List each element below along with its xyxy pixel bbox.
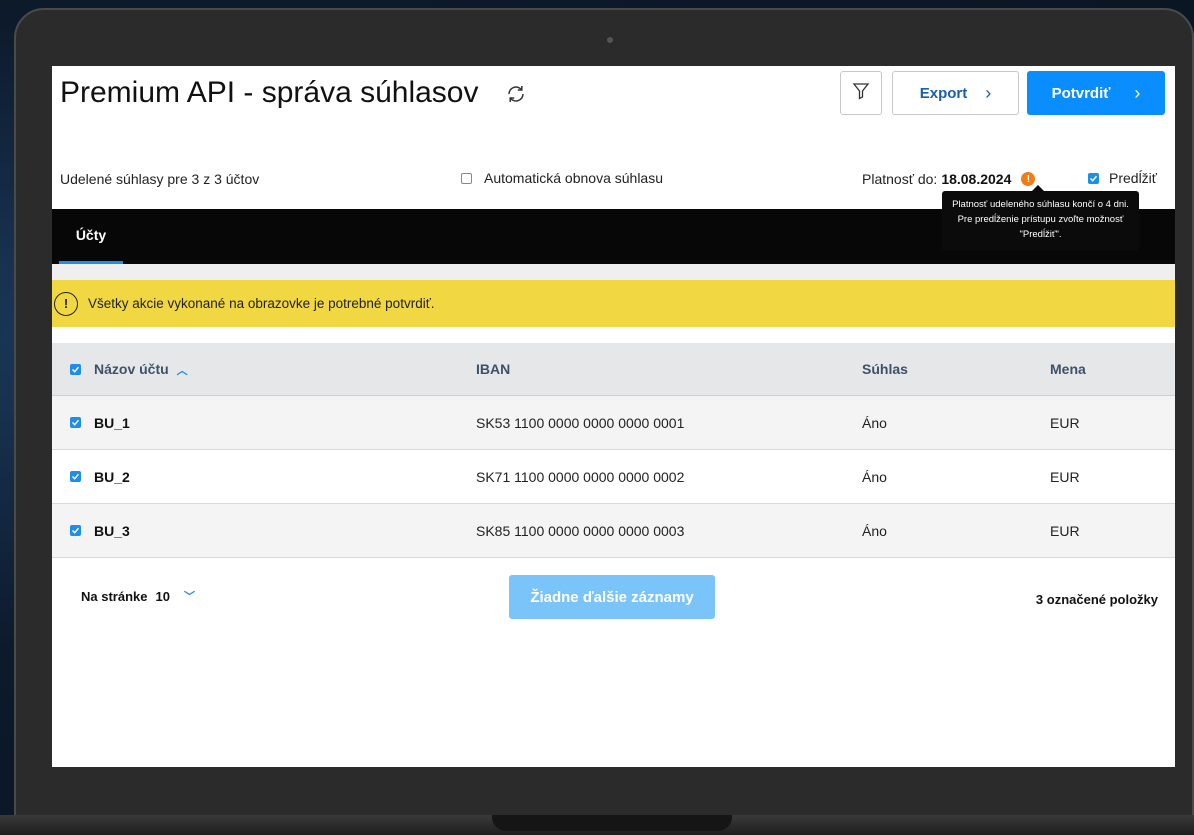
table-body: BU_1 SK53 1100 0000 0000 0000 0001 Áno E… xyxy=(52,396,1175,558)
account-consent: Áno xyxy=(862,522,887,539)
pagination: Na stránke 10 ﹀ xyxy=(81,588,195,604)
per-page-value: 10 xyxy=(155,588,170,604)
account-currency: EUR xyxy=(1050,522,1080,539)
alert-banner: ! Všetky akcie vykonané na obrazovke je … xyxy=(52,280,1175,327)
camera xyxy=(607,37,613,43)
alert-text: Všetky akcie vykonané na obrazovke je po… xyxy=(88,296,435,311)
sort-ascending-icon[interactable]: ︿ xyxy=(177,365,188,377)
refresh-icon[interactable] xyxy=(505,83,527,105)
table-row[interactable]: BU_1 SK53 1100 0000 0000 0000 0001 Áno E… xyxy=(52,396,1175,450)
account-name: BU_2 xyxy=(94,468,130,485)
tab-accounts[interactable]: Účty xyxy=(59,209,123,264)
extend-checkbox[interactable]: Predĺžiť xyxy=(1088,170,1157,186)
laptop-notch xyxy=(492,815,732,831)
auto-renew-label: Automatická obnova súhlasu xyxy=(484,170,663,186)
row-checkbox[interactable] xyxy=(70,471,81,482)
per-page-label: Na stránke xyxy=(81,588,148,604)
select-all-checkbox[interactable] xyxy=(70,363,81,375)
confirm-label: Potvrdiť xyxy=(1051,84,1111,102)
table-header: Názov účtu ︿ IBAN Súhlas Mena xyxy=(52,343,1175,396)
consent-summary: Udelené súhlasy pre 3 z 3 účtov xyxy=(60,171,260,187)
account-iban: SK85 1100 0000 0000 0000 0003 xyxy=(476,522,685,539)
account-currency: EUR xyxy=(1050,468,1080,485)
account-iban: SK71 1100 0000 0000 0000 0002 xyxy=(476,468,685,485)
divider xyxy=(52,264,1175,280)
table-row[interactable]: BU_3 SK85 1100 0000 0000 0000 0003 Áno E… xyxy=(52,504,1175,558)
column-name-label: Názov účtu xyxy=(94,360,169,377)
account-consent: Áno xyxy=(862,468,887,485)
warning-icon: ! xyxy=(54,291,78,316)
accounts-table: Názov účtu ︿ IBAN Súhlas Mena BU_1 SK53 … xyxy=(52,343,1175,558)
row-checkbox[interactable] xyxy=(70,417,81,428)
checkbox-checked-icon xyxy=(1088,172,1099,184)
auto-renew-checkbox[interactable]: Automatická obnova súhlasu xyxy=(461,170,663,186)
account-name: BU_3 xyxy=(94,522,130,539)
table-row[interactable]: BU_2 SK71 1100 0000 0000 0000 0002 Áno E… xyxy=(52,450,1175,504)
account-iban: SK53 1100 0000 0000 0000 0001 xyxy=(476,414,685,431)
validity-info: Platnosť do: 18.08.2024 ! xyxy=(862,171,1036,187)
chevron-down-icon: ﹀ xyxy=(183,591,195,603)
validity-date: 18.08.2024 xyxy=(941,171,1012,187)
row-checkbox[interactable] xyxy=(70,525,81,536)
app-screen: Premium API - správa súhlasov Export › P… xyxy=(52,66,1175,767)
export-button[interactable]: Export › xyxy=(892,71,1019,115)
account-consent: Áno xyxy=(862,414,887,431)
chevron-right-icon: › xyxy=(985,83,992,103)
account-currency: EUR xyxy=(1050,414,1080,431)
column-name[interactable]: Názov účtu ︿ xyxy=(52,361,476,378)
column-currency[interactable]: Mena xyxy=(1050,361,1175,377)
validity-tooltip: Platnosť udeleného súhlasu končí o 4 dni… xyxy=(942,185,1139,251)
confirm-button[interactable]: Potvrdiť › xyxy=(1027,71,1165,115)
account-name: BU_1 xyxy=(94,414,130,431)
page-title: Premium API - správa súhlasov xyxy=(60,76,479,109)
filter-icon xyxy=(852,82,870,105)
column-consent[interactable]: Súhlas xyxy=(862,361,1050,377)
checkbox-unchecked-icon xyxy=(461,172,472,184)
per-page-select[interactable]: 10 ﹀ xyxy=(155,588,194,604)
chevron-right-icon: › xyxy=(1134,83,1141,103)
extend-label: Predĺžiť xyxy=(1109,170,1158,186)
column-iban[interactable]: IBAN xyxy=(476,361,862,377)
no-more-records-button: Žiadne ďalšie záznamy xyxy=(509,575,715,619)
warning-icon[interactable]: ! xyxy=(1021,172,1036,186)
selected-count: 3 označené položky xyxy=(1035,592,1158,607)
validity-label: Platnosť do: xyxy=(862,171,938,187)
filter-button[interactable] xyxy=(840,71,882,115)
export-label: Export xyxy=(919,84,968,102)
spacer xyxy=(52,327,1175,343)
